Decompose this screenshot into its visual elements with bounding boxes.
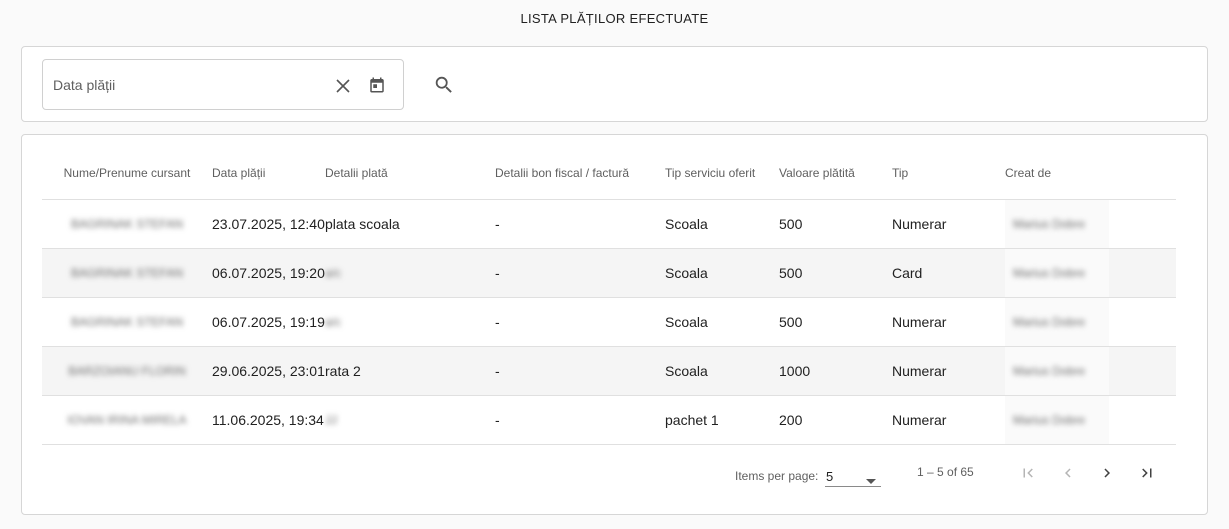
page-title: LISTA PLĂȚILOR EFECTUATE: [520, 11, 709, 26]
cell-student-name-text: IOVAN IRINA MIRELA: [67, 413, 187, 427]
cell-payment-details: a/c: [325, 248, 495, 298]
cell-payment-date: 29.06.2025, 23:01: [212, 346, 325, 396]
cell-payment-type: Numerar: [892, 199, 1005, 249]
close-icon[interactable]: [331, 74, 355, 98]
cell-amount-paid: 500: [779, 297, 892, 347]
cell-student-name-text: BAGRINAK STEFAN: [70, 266, 184, 280]
creator-name: Marius Dobre: [1013, 363, 1086, 378]
items-per-page-select[interactable]: 5: [825, 461, 881, 487]
items-per-page-value: 5: [826, 469, 834, 484]
cell-payment-details: rata 2: [325, 346, 495, 396]
creator-name: Marius Dobre: [1013, 216, 1086, 231]
cell-service-type: Scoala: [665, 346, 779, 396]
chevron-left-icon[interactable]: [1054, 459, 1082, 487]
table-row[interactable]: BAGRINAK STEFAN 06.07.2025, 19:20 a/c - Scoa…: [42, 248, 1176, 298]
date-filter-field[interactable]: [42, 59, 404, 110]
cell-service-type: Scoala: [665, 248, 779, 298]
creator-name-box: Marius Dobre: [1005, 248, 1109, 297]
cell-payment-date: 06.07.2025, 19:20: [212, 248, 325, 298]
paginator: Items per page: 5 1 – 5 of 65: [22, 455, 1209, 495]
cell-payment-details-text: a/c: [325, 266, 342, 280]
creator-name-box: Marius Dobre: [1005, 297, 1109, 346]
creator-name: Marius Dobre: [1013, 265, 1086, 280]
table-row[interactable]: BAGRINAK STEFAN 23.07.2025, 12:40 plata sc…: [42, 199, 1176, 249]
search-icon[interactable]: [430, 71, 458, 99]
table-row[interactable]: BAGRINAK STEFAN 06.07.2025, 19:19 a/c - Scoa…: [42, 297, 1176, 347]
cell-receipt-details: -: [495, 346, 665, 396]
table-row[interactable]: BARZOIANU FLORIN 29.06.2025, 23:01 rata 2-…: [42, 346, 1176, 396]
page-range-label: 1 – 5 of 65: [917, 465, 974, 479]
cell-payment-details: plata scoala: [325, 199, 495, 249]
cell-payment-type: Numerar: [892, 297, 1005, 347]
creator-name-box: Marius Dobre: [1005, 199, 1109, 248]
creator-name: Marius Dobre: [1013, 314, 1086, 329]
column-header-type[interactable]: Tip: [892, 147, 1005, 200]
cell-amount-paid: 500: [779, 199, 892, 249]
cell-receipt-details: -: [495, 395, 665, 445]
first-page-icon[interactable]: [1014, 459, 1042, 487]
column-header-amount[interactable]: Valoare plătită: [779, 147, 892, 200]
cell-service-type: Scoala: [665, 297, 779, 347]
cell-created-by: Marius Dobre: [1005, 297, 1176, 347]
column-header-name[interactable]: Nume/Prenume cursant: [42, 147, 212, 200]
cell-created-by: Marius Dobre: [1005, 199, 1176, 249]
cell-amount-paid: 1000: [779, 346, 892, 396]
cell-receipt-details: -: [495, 248, 665, 298]
last-page-icon[interactable]: [1133, 459, 1161, 487]
filter-card: [21, 46, 1208, 122]
creator-name: Marius Dobre: [1013, 412, 1086, 427]
cell-student-name: BAGRINAK STEFAN: [42, 297, 212, 347]
cell-payment-details: a/c: [325, 297, 495, 347]
cell-receipt-details: -: [495, 199, 665, 249]
cell-payment-date: 23.07.2025, 12:40: [212, 199, 325, 249]
cell-service-type: pachet 1: [665, 395, 779, 445]
cell-amount-paid: 500: [779, 248, 892, 298]
cell-payment-details: JJ: [325, 395, 495, 445]
dropdown-arrow-icon: [866, 473, 876, 487]
column-header-service[interactable]: Tip serviciu oferit: [665, 147, 779, 200]
cell-amount-paid: 200: [779, 395, 892, 445]
cell-created-by: Marius Dobre: [1005, 346, 1176, 396]
cell-student-name-text: BARZOIANU FLORIN: [68, 364, 186, 378]
cell-student-name: IOVAN IRINA MIRELA: [42, 395, 212, 445]
cell-payment-type: Numerar: [892, 346, 1005, 396]
cell-student-name-text: BAGRINAK STEFAN: [70, 315, 184, 329]
cell-payment-date: 06.07.2025, 19:19: [212, 297, 325, 347]
cell-service-type: Scoala: [665, 199, 779, 249]
items-per-page-label: Items per page:: [735, 469, 819, 483]
cell-student-name: BAGRINAK STEFAN: [42, 248, 212, 298]
calendar-icon[interactable]: [365, 73, 389, 97]
payments-table-card: Nume/Prenume cursant Data plății Detalii…: [21, 134, 1208, 515]
cell-payment-details-text: JJ: [325, 413, 337, 427]
column-header-receipt[interactable]: Detalii bon fiscal / factură: [495, 147, 665, 200]
cell-student-name: BARZOIANU FLORIN: [42, 346, 212, 396]
cell-payment-details-text: a/c: [325, 315, 342, 329]
column-header-details[interactable]: Detalii plată: [325, 147, 495, 200]
cell-payment-type: Numerar: [892, 395, 1005, 445]
payments-table: Nume/Prenume cursant Data plății Detalii…: [42, 147, 1176, 445]
cell-receipt-details: -: [495, 297, 665, 347]
column-header-date[interactable]: Data plății: [212, 147, 325, 200]
table-header-row: Nume/Prenume cursant Data plății Detalii…: [42, 147, 1176, 200]
cell-created-by: Marius Dobre: [1005, 248, 1176, 298]
cell-payment-type: Card: [892, 248, 1005, 298]
creator-name-box: Marius Dobre: [1005, 395, 1109, 444]
date-filter-input[interactable]: [53, 74, 323, 96]
creator-name-box: Marius Dobre: [1005, 346, 1109, 395]
column-header-creator[interactable]: Creat de: [1005, 147, 1176, 200]
cell-created-by: Marius Dobre: [1005, 395, 1176, 445]
cell-student-name: BAGRINAK STEFAN: [42, 199, 212, 249]
cell-payment-date: 11.06.2025, 19:34: [212, 395, 325, 445]
table-row[interactable]: IOVAN IRINA MIRELA 11.06.2025, 19:34 JJ - pa…: [42, 395, 1176, 445]
chevron-right-icon[interactable]: [1093, 459, 1121, 487]
cell-student-name-text: BAGRINAK STEFAN: [70, 217, 184, 231]
